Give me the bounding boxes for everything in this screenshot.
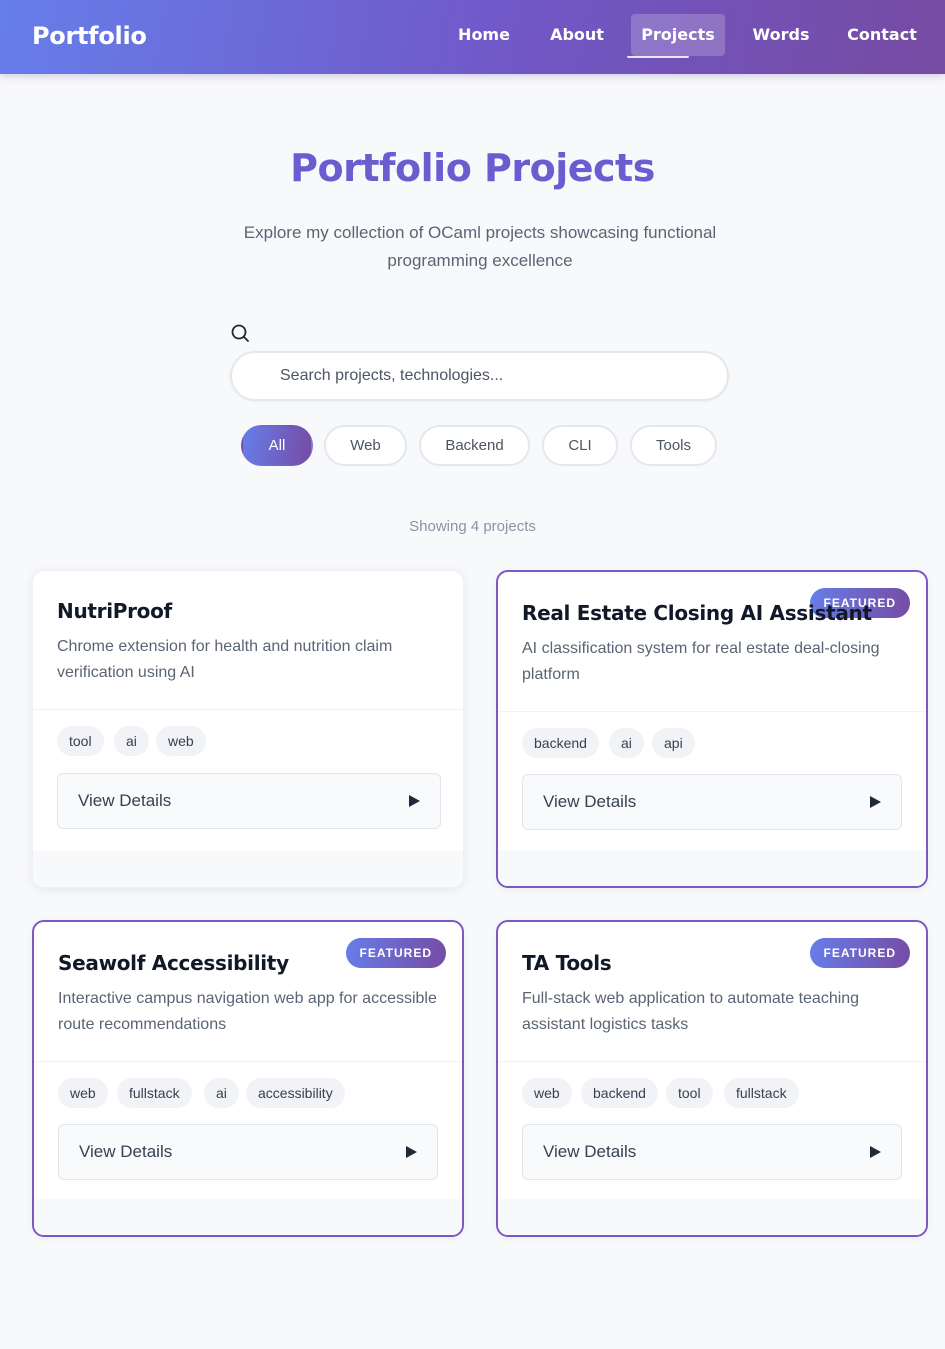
view-details-label: View Details <box>78 791 172 810</box>
project-card[interactable]: FEATURED TA Tools Full-stack web applica… <box>496 920 928 1237</box>
nav-home[interactable]: Home <box>447 14 521 56</box>
project-tag: fullstack <box>724 1078 799 1108</box>
view-details-button[interactable]: View Details <box>57 773 441 829</box>
project-tag: ai <box>114 726 149 756</box>
filter-cli[interactable]: CLI <box>542 425 618 466</box>
filter-tools[interactable]: Tools <box>630 425 717 466</box>
card-footer <box>498 850 926 886</box>
project-description: AI classification system for real estate… <box>522 640 880 683</box>
nav-contact[interactable]: Contact <box>838 14 926 56</box>
project-tag: backend <box>581 1078 658 1108</box>
filter-web[interactable]: Web <box>324 425 407 466</box>
view-details-label: View Details <box>543 1142 637 1161</box>
card-divider <box>33 709 463 710</box>
project-tag: fullstack <box>117 1078 192 1108</box>
project-description: Interactive campus navigation web app fo… <box>58 990 437 1033</box>
play-icon <box>870 796 881 808</box>
page-title: Portfolio Projects <box>290 146 655 190</box>
featured-badge: FEATURED <box>345 938 446 968</box>
project-tag: backend <box>522 728 599 758</box>
project-tag: web <box>156 726 206 756</box>
filter-backend[interactable]: Backend <box>419 425 530 466</box>
brand-logo[interactable]: Portfolio <box>32 22 147 50</box>
view-details-button[interactable]: View Details <box>522 774 902 830</box>
play-icon <box>406 1146 417 1158</box>
project-tag: web <box>58 1078 108 1108</box>
nav-active-indicator <box>627 56 689 58</box>
card-footer <box>498 1199 926 1235</box>
project-card[interactable]: FEATURED Real Estate Closing AI Assistan… <box>496 570 928 888</box>
project-card[interactable]: NutriProof Chrome extension for health a… <box>32 570 464 888</box>
search-icon <box>231 324 249 342</box>
project-title: Seawolf Accessibility <box>58 951 289 975</box>
project-title: TA Tools <box>522 951 612 975</box>
project-tag: accessibility <box>246 1078 345 1108</box>
project-tag: tool <box>666 1078 713 1108</box>
page-subtitle: Explore my collection of OCaml projects … <box>243 223 717 270</box>
project-tag: web <box>522 1078 572 1108</box>
project-tag: api <box>652 728 695 758</box>
nav-projects[interactable]: Projects <box>631 14 725 56</box>
card-divider <box>498 711 926 712</box>
project-tag: ai <box>204 1078 239 1108</box>
view-details-label: View Details <box>543 792 637 811</box>
project-title: NutriProof <box>57 599 172 623</box>
nav-words[interactable]: Words <box>743 14 819 56</box>
card-divider <box>498 1061 926 1062</box>
nav-about[interactable]: About <box>540 14 614 56</box>
navbar: Portfolio Home About Projects Words Cont… <box>0 0 945 74</box>
project-card[interactable]: FEATURED Seawolf Accessibility Interacti… <box>32 920 464 1237</box>
view-details-button[interactable]: View Details <box>522 1124 902 1180</box>
project-tag: ai <box>609 728 644 758</box>
project-tag: tool <box>57 726 104 756</box>
results-count: Showing 4 projects <box>409 518 536 535</box>
play-icon <box>870 1146 881 1158</box>
play-icon <box>409 795 420 807</box>
featured-badge: FEATURED <box>809 938 910 968</box>
view-details-label: View Details <box>79 1142 173 1161</box>
view-details-button[interactable]: View Details <box>58 1124 438 1180</box>
card-footer <box>34 1199 462 1235</box>
card-footer <box>33 851 463 887</box>
search-input[interactable] <box>230 351 729 401</box>
card-divider <box>34 1061 462 1062</box>
filter-all[interactable]: All <box>241 425 313 466</box>
project-description: Chrome extension for health and nutritio… <box>57 638 393 681</box>
project-description: Full-stack web application to automate t… <box>522 990 860 1033</box>
project-title: Real Estate Closing AI Assistant <box>522 601 872 625</box>
